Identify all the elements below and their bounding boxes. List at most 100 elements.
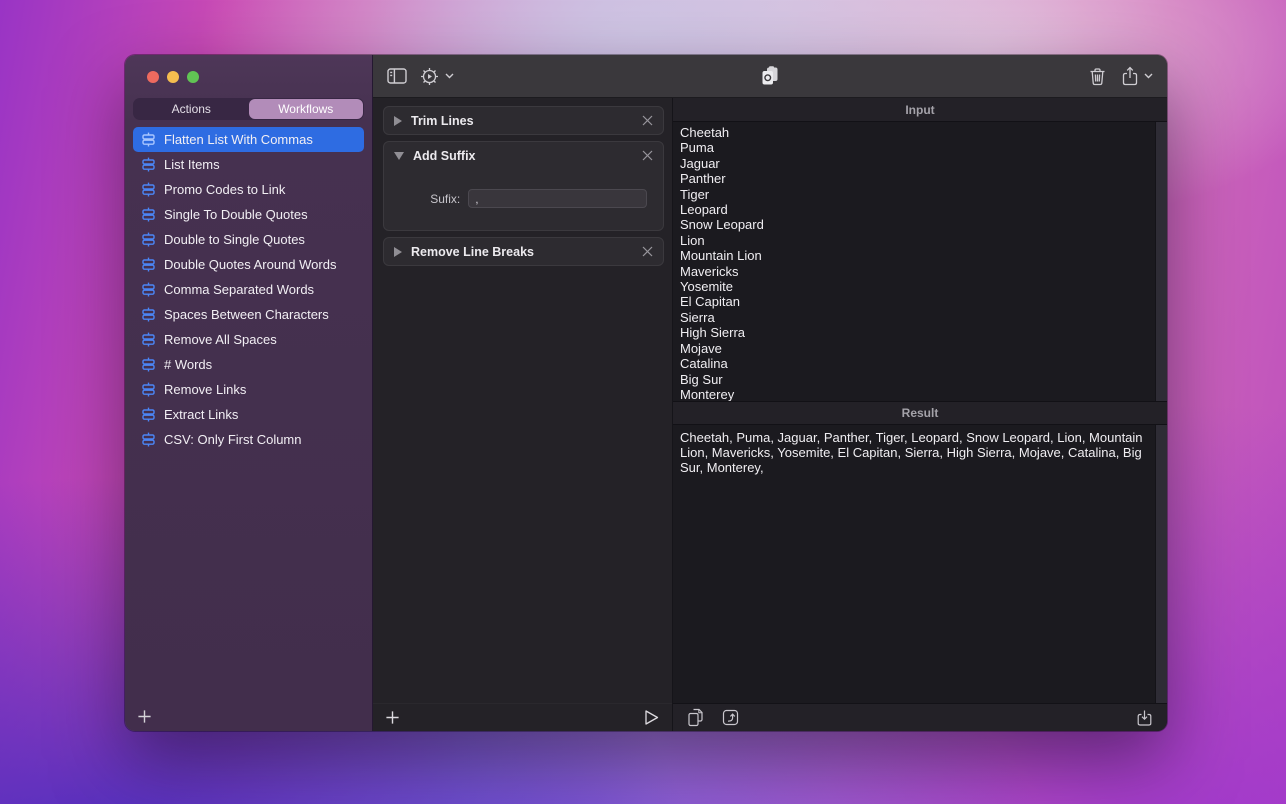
workflow-icon [141,382,156,397]
tab-workflows[interactable]: Workflows [249,99,364,119]
workflow-list-item[interactable]: Comma Separated Words [133,277,364,302]
input-scrollbar-track[interactable] [1155,122,1167,401]
desktop-wallpaper: Actions Workflows [0,0,1286,804]
share-icon [1122,66,1138,86]
step-title: Trim Lines [411,114,633,128]
step-card-remove-line-breaks: Remove Line Breaks [383,237,664,266]
workflow-list-item[interactable]: Spaces Between Characters [133,302,364,327]
zoom-window-button[interactable] [187,71,199,83]
toolbar-left-group [387,55,454,97]
input-line: Leopard [680,202,1147,217]
input-line: Puma [680,140,1147,155]
workflow-list-item[interactable]: Promo Codes to Link [133,177,364,202]
minimize-window-button[interactable] [167,71,179,83]
gear-icon [420,67,439,86]
send-result-to-input-button[interactable] [722,709,739,726]
workflow-icon [141,157,156,172]
input-line: Jaguar [680,156,1147,171]
chevron-down-icon [445,73,454,79]
add-workflow-button[interactable] [137,709,152,724]
workflow-list-item[interactable]: Double Quotes Around Words [133,252,364,277]
suffix-field-label: Sufix: [400,192,460,206]
input-line: Sierra [680,310,1147,325]
input-line: Big Sur [680,372,1147,387]
workflow-label: Extract Links [164,407,238,422]
workflow-steps-panel: Trim Lines Add Su [373,98,673,731]
input-header: Input [673,98,1167,122]
workflow-list-item[interactable]: # Words [133,352,364,377]
app-window: Actions Workflows [125,55,1167,731]
workflow-icon [141,132,156,147]
workflow-icon [141,332,156,347]
toolbar [373,55,1167,98]
save-result-button[interactable] [1136,709,1153,727]
workflow-list-item[interactable]: Flatten List With Commas [133,127,364,152]
io-bottom-bar [673,703,1167,731]
input-textarea[interactable]: Cheetah Puma Jaguar Panther Tiger Leopar… [673,122,1167,401]
add-step-button[interactable] [385,710,400,725]
input-line: Tiger [680,187,1147,202]
workflow-label: Remove Links [164,382,246,397]
workflow-list-item[interactable]: Single To Double Quotes [133,202,364,227]
toolbar-center-group [759,65,781,87]
remove-step-icon[interactable] [642,150,653,161]
steps-bottom-bar [373,703,672,731]
suffix-input[interactable] [468,189,647,208]
workflow-list-item[interactable]: Remove All Spaces [133,327,364,352]
workflow-label: Comma Separated Words [164,282,314,297]
input-line: Monterey [680,387,1147,401]
workflow-list-item[interactable]: Remove Links [133,377,364,402]
sidebar-bottom-bar [125,701,372,731]
workflow-list: Flatten List With Commas List Ite [125,127,372,452]
chevron-down-icon [1144,73,1153,79]
workflow-list-item[interactable]: Extract Links [133,402,364,427]
run-workflow-button[interactable] [643,709,660,726]
window-titlebar[interactable] [125,55,372,98]
input-area: Cheetah Puma Jaguar Panther Tiger Leopar… [673,122,1167,401]
workflow-label: Spaces Between Characters [164,307,329,322]
input-line: El Capitan [680,294,1147,309]
step-header[interactable]: Remove Line Breaks [384,238,663,265]
steps-list: Trim Lines Add Su [373,98,672,703]
trash-icon[interactable] [1089,67,1106,86]
toolbar-right-group [1089,55,1153,97]
workflow-icon [141,232,156,247]
result-scrollbar-track[interactable] [1155,425,1167,703]
share-dropdown[interactable] [1122,66,1153,86]
copy-result-button[interactable] [687,708,704,727]
input-line: Cheetah [680,125,1147,140]
workflow-list-item[interactable]: CSV: Only First Column [133,427,364,452]
copy-result-icon[interactable] [759,65,781,87]
result-header: Result [673,401,1167,425]
step-header[interactable]: Add Suffix [384,142,663,169]
content-area: Trim Lines Add Su [373,98,1167,731]
disclosure-collapsed-icon[interactable] [394,116,402,126]
workflow-icon [141,357,156,372]
workflow-icon [141,307,156,322]
step-header[interactable]: Trim Lines [384,107,663,134]
input-line: Snow Leopard [680,217,1147,232]
step-card-trim-lines: Trim Lines [383,106,664,135]
result-textarea[interactable]: Cheetah, Puma, Jaguar, Panther, Tiger, L… [673,425,1167,476]
workflow-label: List Items [164,157,220,172]
step-card-add-suffix: Add Suffix Sufix: [383,141,664,231]
disclosure-expanded-icon[interactable] [394,152,404,160]
disclosure-collapsed-icon[interactable] [394,247,402,257]
tab-actions[interactable]: Actions [134,99,249,119]
workflow-label: Promo Codes to Link [164,182,285,197]
close-window-button[interactable] [147,71,159,83]
remove-step-icon[interactable] [642,115,653,126]
input-line: Mountain Lion [680,248,1147,263]
remove-step-icon[interactable] [642,246,653,257]
input-line: Mavericks [680,264,1147,279]
workflow-list-item[interactable]: Double to Single Quotes [133,227,364,252]
toggle-sidebar-icon[interactable] [387,68,407,84]
workflow-label: Single To Double Quotes [164,207,308,222]
step-title: Add Suffix [413,149,633,163]
step-options: Sufix: [384,169,663,230]
workflow-label: # Words [164,357,212,372]
workflow-list-item[interactable]: List Items [133,152,364,177]
io-panel: Input Cheetah Puma Jaguar Panther [673,98,1167,731]
workflow-icon [141,182,156,197]
run-settings-dropdown[interactable] [420,67,454,86]
